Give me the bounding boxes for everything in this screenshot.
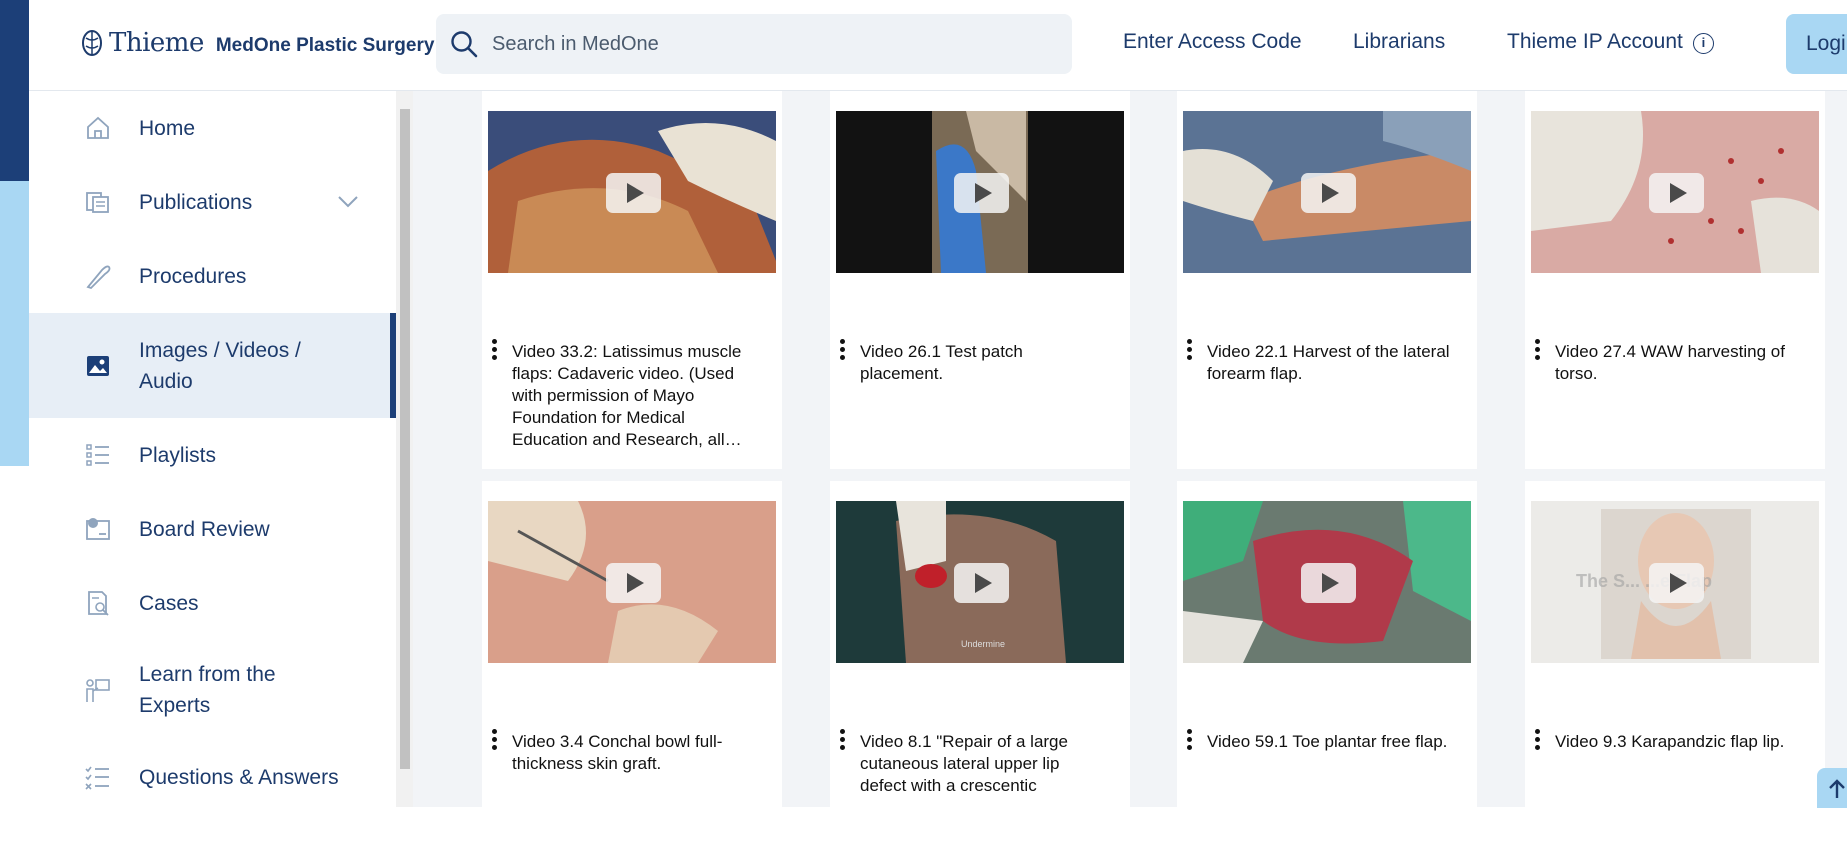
info-icon[interactable]: i	[1692, 33, 1714, 54]
more-options-icon[interactable]	[1535, 339, 1541, 361]
video-thumbnail[interactable]: Undermine	[836, 501, 1124, 663]
sidebar-scrollbar[interactable]	[396, 91, 413, 807]
play-icon[interactable]	[1649, 173, 1704, 213]
more-options-icon[interactable]	[840, 729, 846, 751]
video-card[interactable]: Video 26.1 Test patch placement.	[830, 91, 1130, 469]
sidebar-item-publications[interactable]: Publications	[29, 165, 396, 239]
thieme-ip-account-link[interactable]: Thieme IP Account i	[1507, 30, 1714, 54]
product-name: MedOne Plastic Surgery	[215, 35, 435, 56]
search-input[interactable]	[492, 32, 1052, 56]
video-card[interactable]: Video 33.2: Latissimus muscle flaps: Cad…	[482, 91, 782, 469]
brand-rail-light	[0, 181, 29, 466]
video-card[interactable]: Video 22.1 Harvest of the lateral forear…	[1177, 91, 1477, 469]
librarians-link[interactable]: Librarians	[1353, 30, 1445, 54]
presenter-icon	[86, 679, 110, 702]
scrollbar-thumb[interactable]	[400, 109, 410, 769]
video-title[interactable]: Video 9.3 Karapandzic flap lip.	[1555, 731, 1805, 753]
sidebar-item-label: Home	[139, 116, 196, 140]
video-thumbnail[interactable]	[488, 501, 776, 663]
sidebar-item-playlists[interactable]: Playlists	[29, 418, 396, 492]
video-thumbnail[interactable]	[1531, 111, 1819, 273]
more-options-icon[interactable]	[1535, 729, 1541, 751]
video-card[interactable]: Video 27.4 WAW harvesting of torso.	[1525, 91, 1825, 469]
scalpel-icon	[86, 265, 111, 290]
video-title[interactable]: Video 59.1 Toe plantar free flap.	[1207, 731, 1457, 753]
video-thumbnail[interactable]	[1183, 111, 1471, 273]
video-thumbnail[interactable]	[488, 111, 776, 273]
video-title[interactable]: Video 27.4 WAW harvesting of torso.	[1555, 341, 1805, 385]
thieme-logo[interactable]: Thieme MedOne Plastic Surgery	[81, 28, 434, 58]
video-card[interactable]: The S... ...e Flap Video 9.3 Karapandzic…	[1525, 481, 1825, 859]
video-title[interactable]: Video 33.2: Latissimus muscle flaps: Cad…	[512, 341, 762, 451]
scroll-to-top-button[interactable]	[1817, 768, 1847, 808]
brand-rail-dark	[0, 0, 29, 181]
more-options-icon[interactable]	[840, 339, 846, 361]
video-thumbnail[interactable]	[836, 111, 1124, 273]
sidebar-item-board-review[interactable]: Board Review	[29, 492, 396, 566]
thumbnail-caption: Undermine	[961, 639, 1006, 649]
case-icon	[88, 591, 109, 616]
more-options-icon[interactable]	[1187, 729, 1193, 751]
video-card[interactable]: Undermine Video 8.1 "Repair of a large c…	[830, 481, 1130, 859]
books-icon	[86, 192, 109, 213]
more-options-icon[interactable]	[1187, 339, 1193, 361]
enter-access-code-link[interactable]: Enter Access Code	[1123, 30, 1302, 54]
sidebar-item-images-videos-audio[interactable]: Images / Videos / Audio	[29, 313, 396, 418]
play-icon[interactable]	[1301, 173, 1356, 213]
sidebar-item-home[interactable]: Home	[29, 91, 396, 165]
sidebar-item-label: Cases	[139, 591, 199, 615]
more-options-icon[interactable]	[492, 339, 498, 361]
sidebar-item-label: Learn from the Experts	[139, 663, 276, 717]
play-icon[interactable]	[606, 563, 661, 603]
search-icon	[451, 31, 478, 58]
search-bar[interactable]	[436, 14, 1072, 74]
play-icon[interactable]	[606, 173, 661, 213]
video-title[interactable]: Video 3.4 Conchal bowl full-thickness sk…	[512, 731, 762, 775]
checklist-icon	[85, 766, 109, 790]
sidebar-item-learn-from-experts[interactable]: Learn from the Experts	[29, 640, 396, 740]
sidebar-item-questions-answers[interactable]: Questions & Answers	[29, 740, 396, 814]
play-icon[interactable]	[954, 173, 1009, 213]
clock-board-icon	[86, 518, 110, 540]
sidebar-item-label: Questions & Answers	[139, 765, 339, 789]
play-icon[interactable]	[954, 563, 1009, 603]
video-card[interactable]: Video 3.4 Conchal bowl full-thickness sk…	[482, 481, 782, 859]
sidebar-item-label: Procedures	[139, 264, 247, 288]
video-title[interactable]: Video 22.1 Harvest of the lateral forear…	[1207, 341, 1457, 385]
list-icon	[86, 444, 109, 466]
arrow-up-icon	[1829, 779, 1845, 798]
home-icon	[87, 116, 109, 139]
video-title[interactable]: Video 26.1 Test patch placement.	[860, 341, 1110, 385]
media-grid: Video 33.2: Latissimus muscle flaps: Cad…	[413, 91, 1847, 859]
ip-account-label: Thieme IP Account	[1507, 30, 1683, 53]
video-title[interactable]: Video 8.1 "Repair of a large cutaneous l…	[860, 731, 1110, 797]
login-button[interactable]: Login	[1786, 14, 1847, 74]
sidebar-nav: Home Publications Procedures Images / Vi…	[29, 91, 396, 807]
more-options-icon[interactable]	[492, 729, 498, 751]
sidebar-item-label: Publications	[139, 190, 253, 214]
chevron-down-icon[interactable]	[337, 195, 359, 209]
play-icon[interactable]	[1301, 563, 1356, 603]
video-thumbnail[interactable]: The S... ...e Flap	[1531, 501, 1819, 663]
brand-name: Thieme	[109, 28, 204, 58]
play-icon[interactable]	[1649, 563, 1704, 603]
sidebar-item-label: Images / Videos / Audio	[139, 338, 301, 393]
video-card[interactable]: Video 59.1 Toe plantar free flap.	[1177, 481, 1477, 859]
thieme-emblem-icon	[82, 30, 102, 56]
sidebar-item-label: Board Review	[139, 517, 270, 541]
sidebar-item-procedures[interactable]: Procedures	[29, 239, 396, 313]
image-icon	[87, 355, 109, 376]
sidebar-item-cases[interactable]: Cases	[29, 566, 396, 640]
video-thumbnail[interactable]	[1183, 501, 1471, 663]
sidebar-item-label: Playlists	[139, 443, 217, 467]
top-header: Thieme MedOne Plastic Surgery Enter Acce…	[29, 0, 1847, 91]
